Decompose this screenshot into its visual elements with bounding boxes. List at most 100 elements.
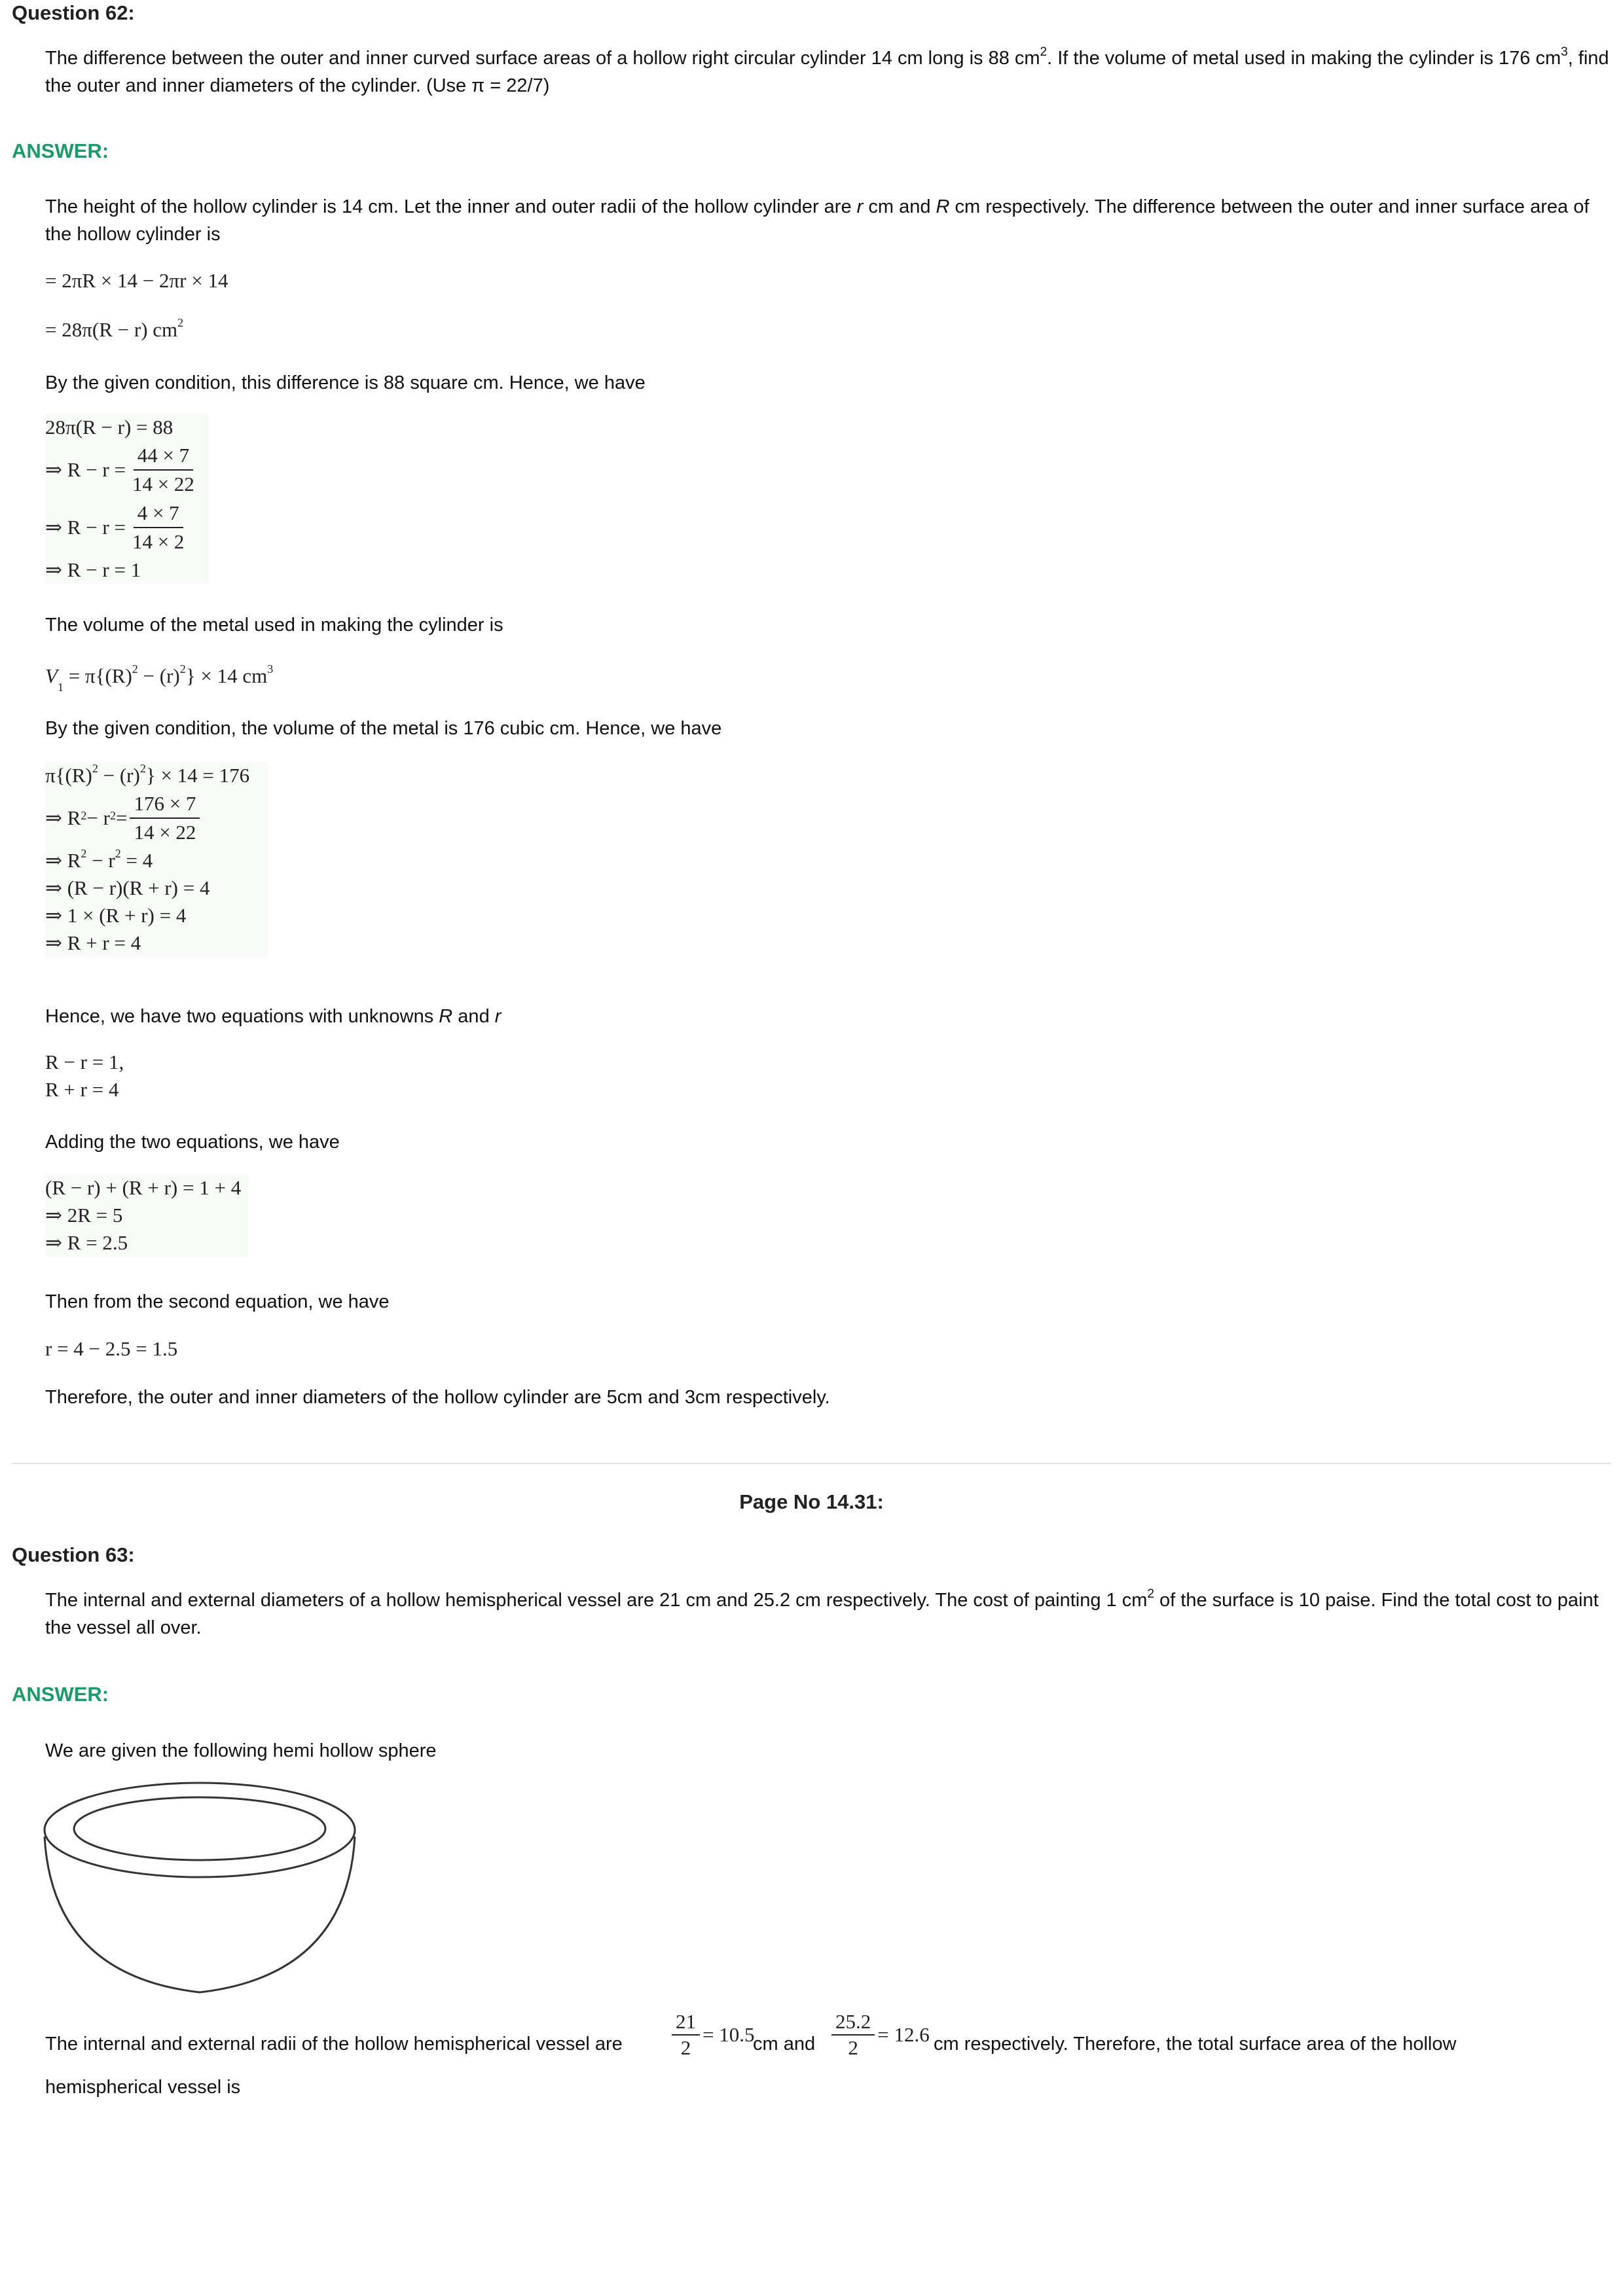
eq-diff-2-text: = 28π(R − r) cm xyxy=(45,318,178,341)
eq-diff-2-sup: 2 xyxy=(177,315,184,329)
internal-radius-fraction: 21 2 = 10.5 xyxy=(669,2009,754,2060)
s2-l1-c: } × 14 = 176 xyxy=(145,764,250,787)
answer-63-label: ANSWER: xyxy=(12,1683,109,1706)
s2-l2-fraction: 176 × 7 14 × 22 xyxy=(130,790,200,846)
s2-l3-sup2: 2 xyxy=(115,846,121,860)
eq-diff-2: = 28π(R − r) cm2 xyxy=(45,316,183,344)
eq-diff-1: = 2πR × 14 − 2πr × 14 xyxy=(45,269,228,292)
external-radius-fraction: 25.2 2 = 12.6 xyxy=(829,2009,930,2060)
a62-intro-2: cm and xyxy=(863,196,936,217)
f2-den: 2 xyxy=(848,2036,858,2059)
s2-line-5: ⇒ 1 × (R + r) = 4 xyxy=(45,904,187,927)
two-eq-1: Hence, we have two equations with unknow… xyxy=(45,1006,439,1027)
a62-intro-R: R xyxy=(936,196,950,217)
q63-sup-a: 2 xyxy=(1147,1587,1154,1602)
vol-eq-b: = π{(R) xyxy=(63,664,132,687)
vol-eq-sub: 1 xyxy=(57,681,64,694)
q62-sup-b: 3 xyxy=(1561,45,1568,60)
question-63-title: Question 63: xyxy=(12,1543,135,1566)
add-line-3: ⇒ R = 2.5 xyxy=(45,1231,128,1254)
hemisphere-bowl-illustration xyxy=(43,1782,356,1994)
solution-block-2: π{(R)2 − (r)2} × 14 = 176 ⇒ R2 − r2 = 17… xyxy=(45,762,268,957)
condition-2-text: By the given condition, the volume of th… xyxy=(45,718,722,739)
s2-line-4: ⇒ (R − r)(R + r) = 4 xyxy=(45,876,210,899)
s2-l3-sup1: 2 xyxy=(81,846,87,860)
given-text: We are given the following hemi hollow s… xyxy=(45,1740,437,1761)
question-62-title: Question 62: xyxy=(12,1,135,24)
s2-l1-sup1: 2 xyxy=(92,761,98,775)
volume-intro-text: The volume of the metal used in making t… xyxy=(45,615,503,636)
solution-block-1: 28π(R − r) = 88 ⇒ R − r = 44 × 7 14 × 22 … xyxy=(45,414,209,584)
pair-line-1: R − r = 1, xyxy=(45,1050,124,1073)
a62-intro-r: r xyxy=(856,196,864,217)
page-number-heading: Page No 14.31: xyxy=(739,1490,884,1513)
vol-eq-sup3: 3 xyxy=(267,662,274,675)
s1-l3-fraction: 4 × 7 14 × 2 xyxy=(128,499,188,556)
f1-num: 21 xyxy=(672,2009,700,2036)
f2-num: 25.2 xyxy=(831,2009,875,2036)
s1-l2-num: 44 × 7 xyxy=(133,442,194,471)
q62-sup-a: 2 xyxy=(1040,45,1048,60)
adding-block: (R − r) + (R + r) = 1 + 4 ⇒ 2R = 5 ⇒ R =… xyxy=(45,1174,248,1257)
s2-l3-b: − r xyxy=(86,849,115,872)
s2-l3-c: = 4 xyxy=(120,849,153,872)
vol-eq-sup2: 2 xyxy=(179,662,186,675)
volume-equation: V1 = π{(R)2 − (r)2} × 14 cm3 xyxy=(45,662,274,694)
s2-l2-den: 14 × 22 xyxy=(134,821,196,844)
s2-line-1: π{(R)2 − (r)2} × 14 = 176 xyxy=(45,762,268,789)
r-equation: r = 4 − 2.5 = 1.5 xyxy=(45,1337,178,1360)
s1-line-1: 28π(R − r) = 88 xyxy=(45,416,173,439)
s1-line-2: ⇒ R − r = 44 × 7 14 × 22 xyxy=(45,441,209,499)
s2-l2-num: 176 × 7 xyxy=(130,790,200,819)
s2-l2-c: = xyxy=(115,806,128,829)
answer-62-intro: The height of the hollow cylinder is 14 … xyxy=(45,193,1613,248)
s1-l2-pre: ⇒ R − r = xyxy=(45,458,126,481)
s1-l2-den: 14 × 22 xyxy=(132,473,194,495)
document-page: Question 62: The difference between the … xyxy=(0,0,1623,2296)
bowl-inner-rim xyxy=(73,1796,327,1861)
s2-l2-a: ⇒ R xyxy=(45,806,81,829)
q63-text-a: The internal and external diameters of a… xyxy=(45,1590,1148,1611)
s1-line-3: ⇒ R − r = 4 × 7 14 × 2 xyxy=(45,499,209,556)
f1-result: = 10.5 xyxy=(702,2023,755,2046)
s1-l2-fraction: 44 × 7 14 × 22 xyxy=(128,442,198,498)
s2-line-3: ⇒ R2 − r2 = 4 xyxy=(45,847,268,874)
s1-l3-den: 14 × 2 xyxy=(132,530,185,553)
s2-l1-b: − (r) xyxy=(98,764,140,787)
conclusion-text: Therefore, the outer and inner diameters… xyxy=(45,1387,830,1408)
q62-text-b: . If the volume of metal used in making … xyxy=(1047,48,1561,69)
vol-eq-sup1: 2 xyxy=(132,662,138,675)
adding-text: Adding the two equations, we have xyxy=(45,1132,340,1153)
s1-l3-num: 4 × 7 xyxy=(133,499,183,528)
add-line-2: ⇒ 2R = 5 xyxy=(45,1204,123,1227)
section-divider xyxy=(12,1463,1611,1464)
question-62-text: The difference between the outer and inn… xyxy=(45,45,1613,99)
s2-l2-b: − r xyxy=(86,806,110,829)
answer-62-label: ANSWER: xyxy=(12,139,109,162)
a62-intro-1: The height of the hollow cylinder is 14 … xyxy=(45,196,857,217)
equation-pair: R − r = 1, R + r = 4 xyxy=(45,1049,124,1103)
radii-text-4: hemispherical vessel is xyxy=(45,2077,241,2098)
two-eq-2: and xyxy=(452,1006,495,1027)
s2-line-6: ⇒ R + r = 4 xyxy=(45,931,141,954)
radii-text-3: cm respectively. Therefore, the total su… xyxy=(934,2034,1457,2054)
condition-1-text: By the given condition, this difference … xyxy=(45,372,646,393)
s1-line-4: ⇒ R − r = 1 xyxy=(45,558,141,581)
s2-l1-sup2: 2 xyxy=(139,761,146,775)
pair-line-2: R + r = 4 xyxy=(45,1078,119,1101)
two-eq-R: R xyxy=(439,1006,453,1027)
question-63-text: The internal and external diameters of a… xyxy=(45,1587,1613,1641)
two-eq-r: r xyxy=(494,1006,501,1027)
q62-text-a: The difference between the outer and inn… xyxy=(45,48,1040,69)
f1-den: 2 xyxy=(680,2036,691,2059)
vol-eq-V: V xyxy=(45,664,58,687)
two-equations-text: Hence, we have two equations with unknow… xyxy=(45,1003,1613,1030)
s2-line-2: ⇒ R2 − r2 = 176 × 7 14 × 22 xyxy=(45,789,268,847)
second-equation-text: Then from the second equation, we have xyxy=(45,1291,390,1312)
f2-fraction: 25.2 2 xyxy=(831,2009,875,2060)
f1-fraction: 21 2 xyxy=(672,2009,700,2060)
s2-l3-a: ⇒ R xyxy=(45,849,81,872)
vol-eq-d: } × 14 cm xyxy=(185,664,268,687)
s1-l3-pre: ⇒ R − r = xyxy=(45,516,126,539)
s2-l1-a: π{(R) xyxy=(45,764,92,787)
